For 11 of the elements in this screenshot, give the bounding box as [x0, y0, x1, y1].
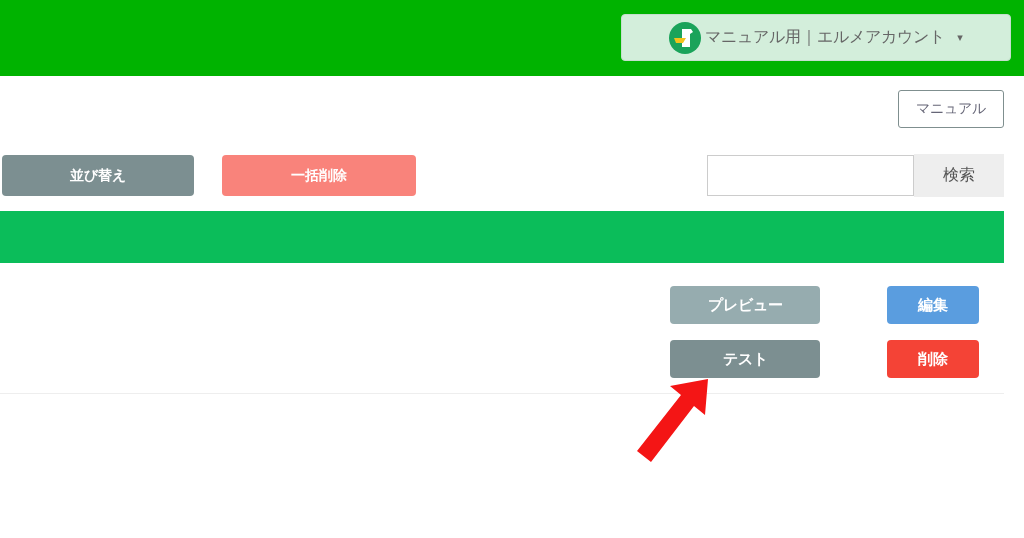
bird-logo-icon [669, 21, 702, 54]
sort-button[interactable]: 並び替え [2, 155, 194, 196]
bulk-delete-button[interactable]: 一括削除 [222, 155, 416, 196]
manual-button[interactable]: マニュアル [898, 90, 1004, 128]
test-button[interactable]: テスト [670, 340, 820, 378]
edit-button[interactable]: 編集 [887, 286, 979, 324]
account-menu-button[interactable]: マニュアル用｜エルメアカウント ▾ [621, 14, 1011, 61]
preview-button[interactable]: プレビュー [670, 286, 820, 324]
search-field[interactable] [707, 155, 914, 196]
delete-button[interactable]: 削除 [887, 340, 979, 378]
search-button[interactable]: 検索 [914, 154, 1004, 197]
